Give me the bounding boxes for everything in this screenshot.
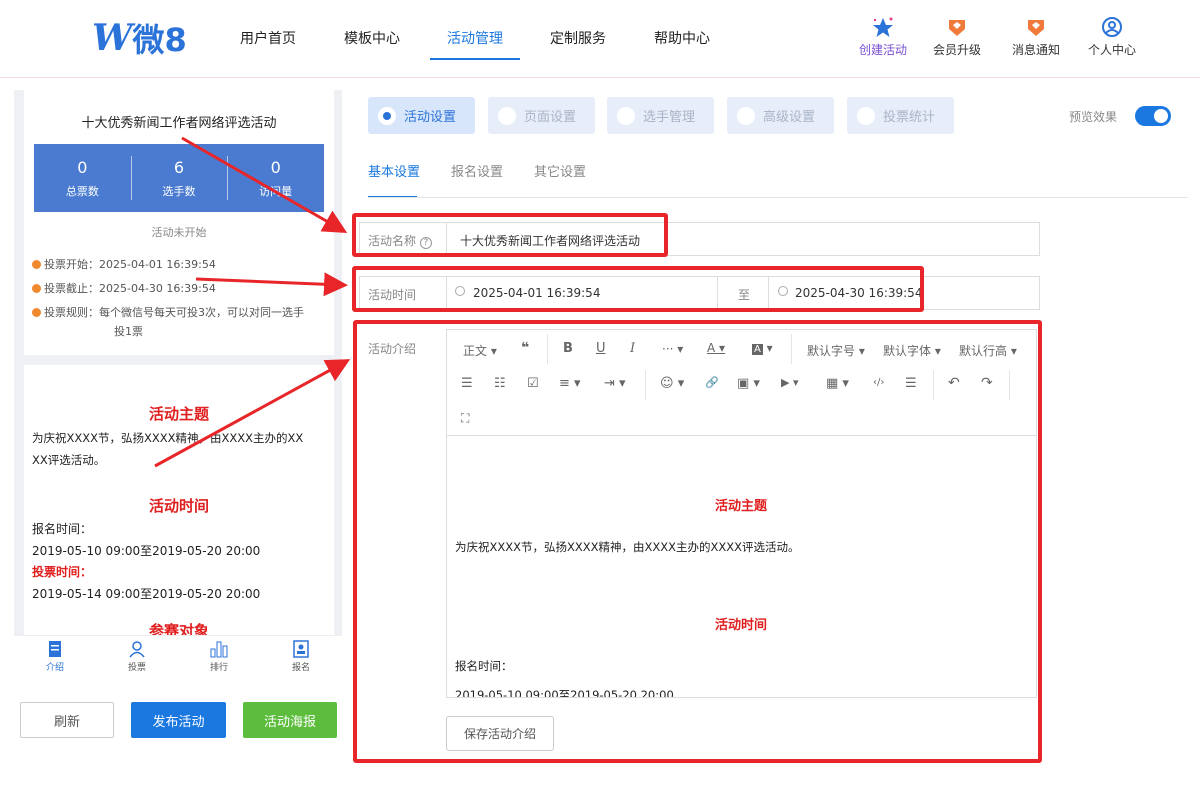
arrow-to-name bbox=[181, 136, 348, 233]
arrow-to-time bbox=[195, 272, 348, 297]
arrow-to-intro bbox=[154, 359, 351, 468]
annotation-arrows bbox=[154, 136, 351, 468]
